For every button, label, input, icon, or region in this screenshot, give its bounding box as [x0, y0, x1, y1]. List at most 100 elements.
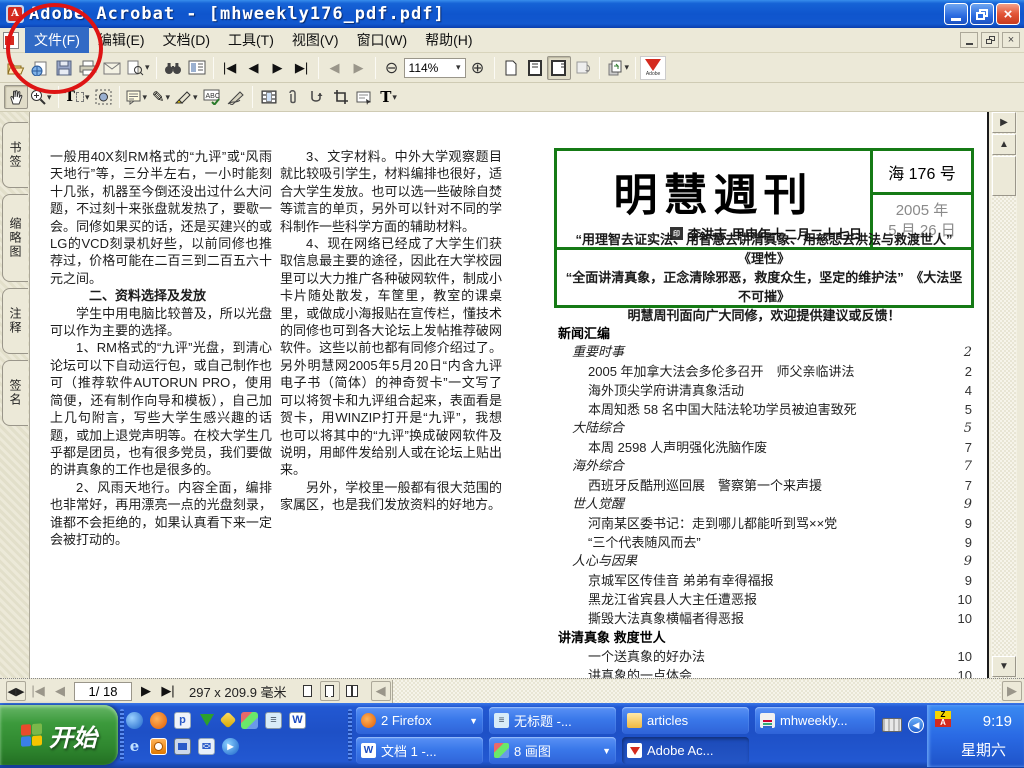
- taskbar-button-firefox[interactable]: 2 Firefox ▼: [356, 707, 483, 734]
- tab-thumbnails[interactable]: 缩略图: [2, 194, 28, 282]
- menu-bar: 文件(F) 编辑(E) 文档(D) 工具(T) 视图(V) 窗口(W) 帮助(H…: [0, 28, 1024, 53]
- zoom-in-button[interactable]: ⊕: [466, 56, 490, 80]
- forms-tool-button[interactable]: [353, 85, 377, 109]
- tab-comments[interactable]: 注释: [2, 288, 28, 354]
- paint-palette-icon[interactable]: [241, 712, 258, 729]
- taskbar-button-acrobat[interactable]: Adobe Ac...: [622, 737, 749, 764]
- previous-view-button[interactable]: ◀: [323, 56, 347, 80]
- last-page-button[interactable]: ▶|: [290, 56, 314, 80]
- find-button[interactable]: [161, 56, 185, 80]
- page-number-field[interactable]: 1/ 18: [74, 682, 132, 701]
- hand-tool-button[interactable]: [4, 85, 28, 109]
- taskbar-button-mhweekly[interactable]: mhweekly...: [755, 707, 875, 734]
- movie-tool-button[interactable]: [257, 85, 281, 109]
- menu-document[interactable]: 文档(D): [154, 27, 219, 53]
- create-pdf-button[interactable]: ▾: [604, 56, 632, 80]
- internet-globe-icon[interactable]: [126, 712, 143, 729]
- scroll-up-button[interactable]: ▲: [992, 134, 1016, 155]
- internet-explorer-icon[interactable]: e: [126, 738, 143, 755]
- spellcheck-tool-button[interactable]: ABC: [200, 85, 224, 109]
- start-button[interactable]: 开始: [0, 705, 118, 765]
- highlighter-tool-button[interactable]: ▾: [173, 85, 200, 109]
- scrollbar-thumb[interactable]: [992, 156, 1016, 196]
- splitter-toggle-button[interactable]: ◀▶: [6, 681, 26, 701]
- dropdown-arrow-icon: ▾: [145, 62, 150, 73]
- single-page-view-button[interactable]: [499, 56, 523, 80]
- document-pane[interactable]: 一般用40X刻RM格式的“九评”或“风雨天地行”等，三分半左右，一小时能刻十几张…: [30, 112, 989, 678]
- media-player-icon[interactable]: ▶: [222, 738, 239, 755]
- next-view-button[interactable]: ▶: [347, 56, 371, 80]
- taskbar-button-notepad[interactable]: ≡ 无标题 -...: [489, 707, 616, 734]
- doc-restore-button[interactable]: [981, 32, 999, 48]
- flashget-icon[interactable]: [198, 712, 215, 729]
- menu-view[interactable]: 视图(V): [283, 27, 348, 53]
- tab-bookmarks[interactable]: 书签: [2, 122, 28, 188]
- snapshot-tool-button[interactable]: [91, 85, 115, 109]
- continuous-view-button[interactable]: [523, 56, 547, 80]
- status-facing-button[interactable]: [342, 681, 362, 701]
- menu-tools[interactable]: 工具(T): [219, 27, 283, 53]
- menu-window[interactable]: 窗口(W): [348, 27, 417, 53]
- first-page-button[interactable]: |◀: [218, 56, 242, 80]
- scrollbar-track[interactable]: [992, 112, 1016, 678]
- taskbar-button-articles-folder[interactable]: articles: [622, 707, 749, 734]
- note-tool-button[interactable]: ▾: [124, 85, 149, 109]
- hscroll-right-button[interactable]: ▶: [1002, 681, 1022, 701]
- navigation-tab-strip: 书签 缩略图 注释 签名: [0, 112, 30, 678]
- group-dropdown-arrow-icon[interactable]: ▼: [602, 746, 611, 756]
- status-single-page-button[interactable]: [298, 681, 318, 701]
- outlook-icon[interactable]: ✉: [198, 738, 215, 755]
- minimize-button[interactable]: [944, 3, 968, 25]
- group-dropdown-arrow-icon[interactable]: ▼: [469, 716, 478, 726]
- sign-tool-button[interactable]: [224, 85, 248, 109]
- my-computer-icon[interactable]: [174, 738, 191, 755]
- close-button[interactable]: ×: [996, 3, 1020, 25]
- crop-tool-button[interactable]: [329, 85, 353, 109]
- status-continuous-button[interactable]: [320, 681, 340, 701]
- pencil-tool-button[interactable]: ✎ ▾: [149, 85, 173, 109]
- read-article-button[interactable]: [185, 56, 209, 80]
- firefox-icon[interactable]: [150, 712, 167, 729]
- taskbar-button-paint[interactable]: 8 画图 ▼: [489, 737, 616, 764]
- link-tool-button[interactable]: [305, 85, 329, 109]
- word-icon[interactable]: W: [289, 712, 306, 729]
- taskbar-button-word-doc[interactable]: W 文档 1 -...: [356, 737, 483, 764]
- search-web-button[interactable]: ▾: [124, 56, 152, 80]
- note-icon: [126, 90, 141, 105]
- horizontal-scrollbar[interactable]: [392, 680, 1001, 703]
- clock-tool-icon[interactable]: [150, 738, 167, 755]
- status-last-page-button[interactable]: ▶|: [158, 681, 178, 701]
- facing-view-button[interactable]: [547, 56, 571, 80]
- toc-entry: 本周知悉 58 名中国大陆法轮功学员被迫害致死5: [558, 400, 972, 419]
- zonealarm-icon[interactable]: ZA: [935, 711, 951, 727]
- scroll-down-button[interactable]: ▼: [992, 656, 1016, 677]
- doc-close-button[interactable]: ×: [1002, 32, 1020, 48]
- menu-help[interactable]: 帮助(H): [416, 27, 481, 53]
- keyboard-layout-icon[interactable]: [882, 718, 902, 732]
- doc-minimize-button[interactable]: [960, 32, 978, 48]
- restore-button[interactable]: [970, 3, 994, 25]
- status-next-page-button[interactable]: ▶: [136, 681, 156, 701]
- clock-time[interactable]: 9:19: [983, 713, 1012, 730]
- folder-icon: [627, 713, 642, 728]
- touchup-text-tool-button[interactable]: T ▾: [377, 85, 401, 109]
- status-first-page-button[interactable]: |◀: [28, 681, 48, 701]
- show-panel-button[interactable]: ▶: [992, 112, 1016, 133]
- status-previous-page-button[interactable]: ◀: [50, 681, 70, 701]
- tab-signatures[interactable]: 签名: [2, 360, 28, 426]
- pen-tool-icon[interactable]: [220, 712, 237, 729]
- attach-file-tool-button[interactable]: [281, 85, 305, 109]
- previous-page-button[interactable]: ◀: [242, 56, 266, 80]
- zoom-out-button[interactable]: ⊖: [380, 56, 404, 80]
- toc-entry: 河南某区委书记：走到哪儿都能听到骂××党9: [558, 514, 972, 533]
- notepad-icon[interactable]: ≡: [265, 712, 282, 729]
- rotate-view-button[interactable]: [571, 56, 595, 80]
- email-button[interactable]: [100, 56, 124, 80]
- next-page-button[interactable]: ▶: [266, 56, 290, 80]
- zoom-level-field[interactable]: 114% ▾: [404, 58, 466, 78]
- vertical-scrollbar[interactable]: ▶ ▲ ▼: [991, 112, 1017, 678]
- chevron-left-icon[interactable]: ◀: [908, 717, 924, 733]
- hscroll-left-button[interactable]: ◀: [371, 681, 391, 701]
- messenger-icon[interactable]: p: [174, 712, 191, 729]
- zoom-dropdown-arrow-icon[interactable]: ▾: [456, 62, 461, 73]
